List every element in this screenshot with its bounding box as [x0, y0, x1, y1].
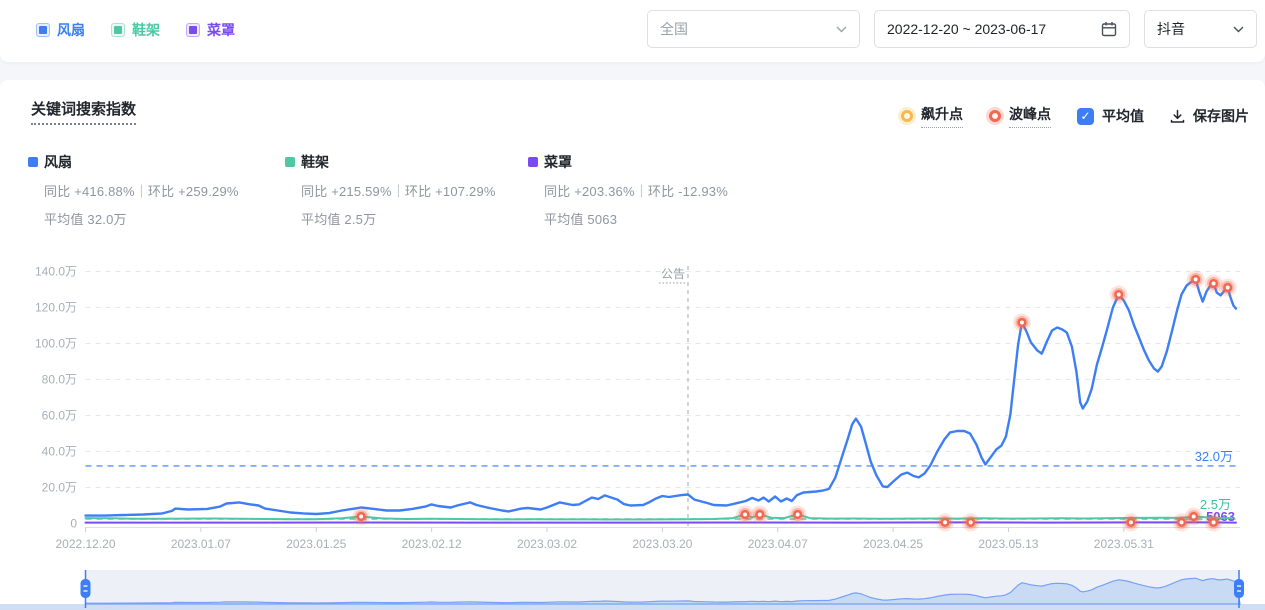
- peak-point-marker[interactable]: [962, 513, 980, 531]
- announcement-label[interactable]: 公告: [661, 267, 685, 281]
- series-line-风扇: [86, 279, 1237, 515]
- peak-point-marker[interactable]: [789, 506, 807, 524]
- x-axis-label: 2023.05.13: [978, 537, 1038, 551]
- peak-point-marker[interactable]: [1173, 513, 1191, 531]
- peak-point-marker[interactable]: [1219, 279, 1237, 297]
- x-axis-label: 2023.02.12: [402, 537, 462, 551]
- peak-point-marker[interactable]: [1013, 313, 1031, 331]
- peak-point-marker[interactable]: [751, 506, 769, 524]
- brush-baseline-band: [0, 604, 1265, 610]
- y-axis-label: 0: [70, 517, 77, 531]
- y-axis-label: 120.0万: [35, 301, 77, 315]
- x-axis-label: 2023.04.25: [863, 537, 923, 551]
- y-axis-label: 80.0万: [42, 373, 77, 387]
- y-axis-label: 60.0万: [42, 409, 77, 423]
- peak-point-marker[interactable]: [1122, 513, 1140, 531]
- peak-point-marker[interactable]: [352, 507, 370, 525]
- search-index-chart: 0 20.0万 40.0万 60.0万 80.0万 100.0万 120.0万 140.0万 2…: [0, 0, 1265, 610]
- y-axis-label: 20.0万: [42, 481, 77, 495]
- y-axis-label: 100.0万: [35, 337, 77, 351]
- x-axis-label: 2022.12.20: [55, 537, 115, 551]
- average-value-label: 32.0万: [1195, 449, 1233, 464]
- x-axis-label: 2023.03.02: [517, 537, 577, 551]
- peak-point-marker[interactable]: [1205, 513, 1223, 531]
- peak-point-marker[interactable]: [1110, 286, 1128, 304]
- series-line-鞋架: [86, 515, 1233, 520]
- x-axis-label: 2023.04.07: [748, 537, 808, 551]
- x-axis-label: 2023.01.25: [286, 537, 346, 551]
- x-axis-label: 2023.01.07: [171, 537, 231, 551]
- peak-point-marker[interactable]: [1187, 270, 1205, 288]
- x-axis-label: 2023.03.20: [632, 537, 692, 551]
- x-axis-label: 2023.05.31: [1094, 537, 1154, 551]
- y-axis-label: 140.0万: [35, 265, 77, 279]
- y-axis-label: 40.0万: [42, 445, 77, 459]
- peak-point-marker[interactable]: [936, 513, 954, 531]
